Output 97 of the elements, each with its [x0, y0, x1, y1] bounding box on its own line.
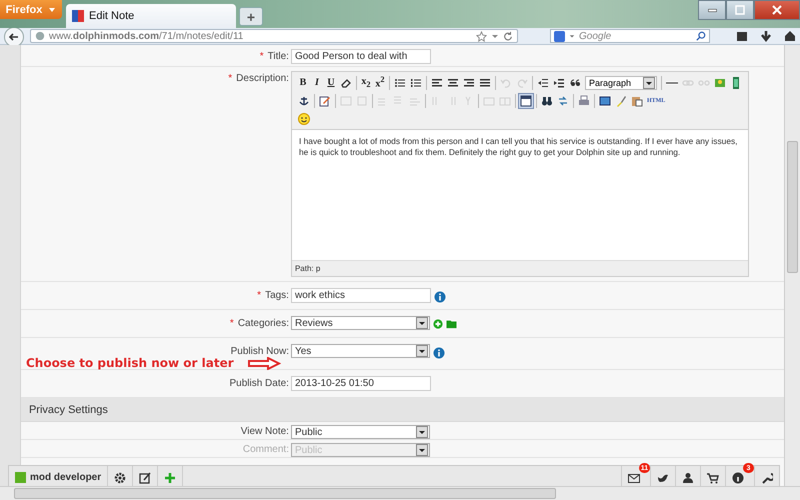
- align-left-icon: [430, 76, 443, 88]
- field-label: View Note:: [240, 425, 290, 437]
- bookmarks-icon: [736, 30, 748, 42]
- caret-icon: [418, 446, 426, 454]
- field-label: Comment:: [242, 443, 290, 455]
- field-label: * Description:: [227, 72, 290, 84]
- fullscreen-icon: [598, 94, 611, 106]
- smiley-icon: [298, 112, 310, 124]
- replace-icon: [556, 94, 569, 106]
- info-icon: [732, 472, 744, 484]
- toolbar-button[interactable]: x$^{2}$: [372, 74, 387, 90]
- maximize-button[interactable]: [726, 0, 754, 20]
- indent-icon: [552, 76, 565, 88]
- edit-icon: [139, 472, 152, 484]
- rich-text-editor[interactable]: [290, 71, 749, 277]
- align-center-icon: [446, 76, 459, 88]
- caret-icon: [418, 428, 426, 436]
- caret-icon: [48, 6, 56, 14]
- paragraph-select[interactable]: Paragraph: [584, 76, 657, 90]
- caret-icon: [418, 347, 426, 355]
- text-input[interactable]: work ethics: [290, 288, 431, 303]
- cart-icon: [707, 472, 719, 484]
- caret-icon: [491, 32, 499, 40]
- caret-icon: [418, 319, 426, 327]
- align-right-icon: [462, 76, 475, 88]
- dropdown-caret[interactable]: [416, 317, 428, 329]
- vertical-scrollbar[interactable]: [784, 45, 800, 486]
- minimize-button[interactable]: [698, 0, 726, 20]
- split-cells-icon: [498, 94, 511, 106]
- globe-icon: [35, 31, 45, 41]
- search-field[interactable]: Google: [550, 29, 710, 43]
- binoculars-icon: [540, 94, 553, 106]
- address-bar[interactable]: www.dolphinmods.com/71/m/notes/edit/11: [30, 29, 518, 43]
- search-engine-icon: [554, 30, 565, 42]
- download-icon: [760, 30, 772, 42]
- edit-icon: [318, 94, 331, 106]
- field-label: * Tags:: [256, 289, 290, 301]
- dropdown-caret[interactable]: [416, 345, 428, 357]
- caret-icon: [569, 33, 575, 39]
- arrow-icon: [248, 356, 281, 370]
- clipboard-icon: [630, 94, 643, 106]
- reload-icon: [503, 31, 513, 41]
- editor-text: I have bought a lot of mods from this person and I can tell you that his service is outstanding. If I ever have any issues, he is quick to troubleshoot and fix them. Definitely the right guy to get your Dolphin site up and running.: [298, 135, 738, 159]
- home-icon: [784, 30, 796, 42]
- toolbar-button[interactable]: [518, 92, 534, 108]
- toolbar-button[interactable]: U: [324, 74, 338, 90]
- undo-icon: [500, 76, 512, 88]
- user-name[interactable]: mod developer: [30, 472, 102, 483]
- path-label: Path: p: [294, 264, 320, 273]
- mail-icon: [628, 472, 640, 484]
- field-label: * Categories:: [228, 317, 290, 329]
- section-heading: Privacy Settings: [28, 404, 108, 416]
- dropdown[interactable]: Yes: [290, 344, 430, 358]
- add-category-icons[interactable]: [432, 319, 457, 329]
- dropdown-caret[interactable]: [642, 76, 655, 88]
- title-input[interactable]: Good Person to deal with: [290, 49, 431, 64]
- printer-icon: [578, 94, 590, 106]
- close-button[interactable]: [754, 0, 800, 20]
- minimize-icon: [708, 8, 716, 12]
- toolbar-button[interactable]: I: [310, 74, 324, 90]
- back-arrow-icon: [8, 31, 20, 43]
- url-text: www.dolphinmods.com/71/m/notes/edit/11: [49, 30, 244, 42]
- star-icon: [476, 30, 487, 42]
- browser-tab[interactable]: Edit Note: [66, 4, 236, 28]
- search-icon: [696, 31, 706, 41]
- toolbar-button[interactable]: B: [296, 74, 310, 90]
- field-label: Publish Date:: [228, 377, 290, 389]
- annotation-text: Choose to publish now or later: [26, 356, 234, 370]
- anchor-icon: [298, 94, 310, 106]
- brush-icon: [614, 94, 627, 106]
- folder-icon: [446, 319, 457, 329]
- field-label: Publish Now:: [230, 345, 290, 357]
- dropdown[interactable]: Reviews: [290, 316, 430, 330]
- site-logo-icon: [72, 10, 84, 22]
- status-square-icon: [15, 472, 26, 483]
- gear-icon: [114, 472, 126, 484]
- dropdown-caret[interactable]: [416, 426, 428, 438]
- person-icon: [682, 472, 694, 484]
- align-justify-icon: [478, 76, 491, 88]
- plus-icon: [164, 472, 176, 484]
- outdent-icon: [536, 76, 549, 88]
- maximize-icon: [734, 5, 746, 15]
- horizontal-scrollbar[interactable]: [0, 486, 800, 500]
- add-icon: [432, 319, 443, 329]
- close-icon: [771, 5, 783, 15]
- redo-icon: [516, 76, 528, 88]
- quote-icon: [568, 76, 581, 88]
- field-label: * Title:: [258, 50, 290, 62]
- text-input[interactable]: 2013-10-25 01:50: [290, 376, 431, 391]
- toolbar-button[interactable]: [296, 110, 312, 126]
- bullet-list-icon: [394, 76, 406, 88]
- image-icon: [714, 76, 726, 88]
- numbered-list-icon: [410, 76, 422, 88]
- eraser-icon: [340, 76, 352, 88]
- new-tab-button[interactable]: +: [239, 7, 263, 26]
- toolbar-button[interactable]: x$_{2}$: [358, 74, 373, 90]
- dropdown[interactable]: Public: [290, 425, 430, 439]
